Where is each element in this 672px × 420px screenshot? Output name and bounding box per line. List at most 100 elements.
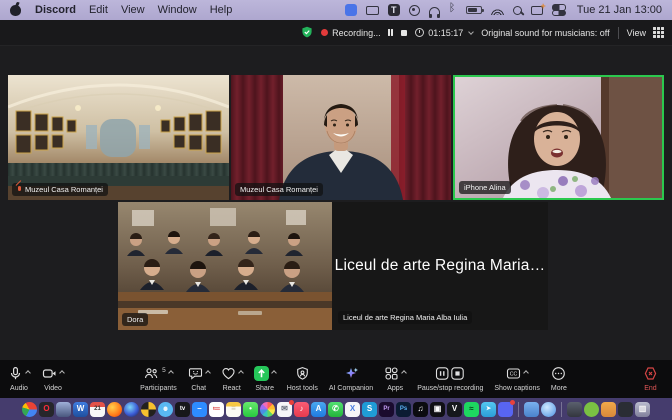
dock-icon-inshot[interactable] xyxy=(141,402,156,417)
dock-icon-discord[interactable] xyxy=(498,402,513,417)
dock-icon-music[interactable]: ♪ xyxy=(294,402,309,417)
bluetooth-icon[interactable] xyxy=(449,4,457,16)
dock-icon-mail[interactable]: ✉ xyxy=(277,402,292,417)
chevron-up-icon[interactable] xyxy=(168,370,174,376)
chevron-up-icon[interactable] xyxy=(25,370,31,376)
chevron-up-icon[interactable] xyxy=(401,370,407,376)
menu-app-discord[interactable]: Discord xyxy=(35,4,76,16)
video-tile-liceul[interactable]: Liceul de arte Regina Maria… Liceul de a… xyxy=(332,202,548,330)
more-button[interactable]: More xyxy=(551,366,567,392)
dock-icon-photos[interactable] xyxy=(260,402,275,417)
dock-icon-recent-window[interactable] xyxy=(567,402,582,417)
audio-label: Audio xyxy=(10,385,28,392)
ai-companion-button[interactable]: AI Companion xyxy=(329,366,373,392)
dock-icon-app-store[interactable]: A xyxy=(311,402,326,417)
video-tile-museum[interactable]: Muzeul Casa Romanței xyxy=(8,75,229,200)
dock-icon-apple-tv[interactable]: tv xyxy=(175,402,190,417)
display-icon[interactable] xyxy=(531,6,543,15)
video-tile-host[interactable]: Muzeul Casa Romanței xyxy=(231,75,451,200)
encryption-shield-icon xyxy=(301,26,313,40)
dock-icon-downloads-folder[interactable] xyxy=(524,402,539,417)
dock-icon-skype[interactable]: S xyxy=(362,402,377,417)
dock-icon-spotify[interactable]: ≈ xyxy=(464,402,479,417)
search-icon[interactable] xyxy=(513,6,522,15)
dock-icon-siri[interactable] xyxy=(124,402,139,417)
chevron-up-icon[interactable] xyxy=(271,370,277,376)
dock-icon-notes[interactable]: ≡ xyxy=(226,402,241,417)
participants-label: Participants xyxy=(140,385,177,392)
participant-name: Liceul de arte Regina Maria Alba Iulia xyxy=(343,313,467,322)
end-meeting-button[interactable]: End xyxy=(643,366,658,392)
headphones-icon[interactable] xyxy=(429,7,440,15)
host-tools-button[interactable]: Host tools xyxy=(287,366,318,392)
dock-icon-maps[interactable] xyxy=(541,402,556,417)
share-button[interactable]: Share xyxy=(254,366,276,392)
wifi-icon[interactable] xyxy=(491,6,504,15)
messages-glyph: • xyxy=(249,405,252,413)
dock-icon-trash[interactable]: ▥ xyxy=(635,402,650,417)
original-sound-toggle[interactable]: Original sound for musicians: off xyxy=(481,28,609,38)
dock-icon-whatsapp[interactable]: ✆ xyxy=(328,402,343,417)
dock-icon-v-app[interactable]: V xyxy=(447,402,462,417)
pause-stop-recording-button[interactable]: Pause/stop recording xyxy=(417,366,483,392)
menu-edit[interactable]: Edit xyxy=(89,4,108,16)
apps-button[interactable]: Apps xyxy=(384,366,406,392)
stop-recording-icon[interactable] xyxy=(401,30,407,36)
more-label: More xyxy=(551,385,567,392)
pause-recording-icon[interactable] xyxy=(388,29,394,36)
screen-mirroring-icon[interactable] xyxy=(366,6,379,15)
video-tile-iphone-alina[interactable]: iPhone Alina xyxy=(453,75,664,200)
premiere-glyph: Pr xyxy=(383,406,389,412)
control-center-icon[interactable] xyxy=(552,4,565,16)
dock-icon-messages[interactable]: • xyxy=(243,402,258,417)
menubar-clock[interactable]: Tue 21 Jan 13:00 xyxy=(577,4,662,16)
dock-icon-x-app[interactable]: X xyxy=(345,402,360,417)
react-label: React xyxy=(223,385,241,392)
dock-icon-chrome[interactable] xyxy=(22,402,37,417)
participant-name: iPhone Alina xyxy=(464,183,506,192)
dock-icon-telegram[interactable]: ➤ xyxy=(481,402,496,417)
teams-icon[interactable] xyxy=(388,4,400,16)
meeting-timer[interactable]: 01:15:17 xyxy=(415,28,473,38)
dock-icon-premiere[interactable]: Pr xyxy=(379,402,394,417)
view-button[interactable]: View xyxy=(627,27,664,38)
menu-window[interactable]: Window xyxy=(158,4,197,16)
menu-help[interactable]: Help xyxy=(210,4,233,16)
dock-icon-recent-folder[interactable] xyxy=(601,402,616,417)
apple-menu-icon[interactable] xyxy=(10,5,21,16)
word-glyph: W xyxy=(77,405,85,413)
show-captions-button[interactable]: CC Show captions xyxy=(494,366,540,392)
chevron-up-icon[interactable] xyxy=(59,370,65,376)
chevron-up-icon[interactable] xyxy=(238,370,244,376)
dock-icon-mission-control[interactable] xyxy=(56,402,71,417)
chevron-up-icon[interactable] xyxy=(523,370,529,376)
app-switcher-icon[interactable] xyxy=(345,4,357,16)
record-icon[interactable] xyxy=(409,5,420,16)
dock-icon-zoom-app[interactable]: – xyxy=(192,402,207,417)
menu-view[interactable]: View xyxy=(121,4,145,16)
dock-icon-recent-dark[interactable] xyxy=(618,402,633,417)
dock-icon-reminders[interactable]: ≔ xyxy=(209,402,224,417)
battery-icon[interactable] xyxy=(466,6,482,14)
museum-video-art xyxy=(8,75,229,200)
dock-icon-firefox[interactable] xyxy=(107,402,122,417)
react-button[interactable]: React xyxy=(221,366,243,392)
dock-icon-photoshop[interactable]: Ps xyxy=(396,402,411,417)
participants-button[interactable]: 5 Participants xyxy=(140,366,177,392)
dock-icon-recent-green[interactable] xyxy=(584,402,599,417)
chat-button[interactable]: Chat xyxy=(188,366,210,392)
chevron-up-icon[interactable] xyxy=(205,370,211,376)
photoshop-glyph: Ps xyxy=(400,406,407,412)
dock-icon-tiktok[interactable]: ♫ xyxy=(413,402,428,417)
dock-icon-calendar[interactable]: 21 xyxy=(90,402,105,417)
video-button[interactable]: Video xyxy=(42,366,64,392)
dock-icon-safari[interactable] xyxy=(158,402,173,417)
dock-icon-word[interactable]: W xyxy=(73,402,88,417)
dock-icon-opera[interactable]: O xyxy=(39,402,54,417)
pause-stop-recording-label: Pause/stop recording xyxy=(417,385,483,392)
app-store-glyph: A xyxy=(316,405,322,413)
audio-button[interactable]: Audio xyxy=(8,366,30,392)
dock-icon-capcut[interactable]: ▣ xyxy=(430,402,445,417)
video-tile-dora[interactable]: Dora xyxy=(118,202,332,330)
end-label: End xyxy=(644,385,656,392)
